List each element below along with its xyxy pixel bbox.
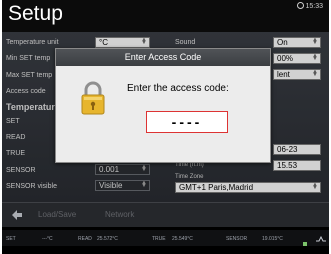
- clock: 15:33: [297, 2, 323, 10]
- status-true-value: 25.549°C: [172, 236, 193, 242]
- access-code-dialog: Enter Access Code Enter the access code:…: [55, 48, 271, 163]
- access-code-prompt: Enter the access code:: [127, 83, 229, 94]
- status-set-value: ---°C: [42, 236, 53, 242]
- status-true-label: TRUE: [152, 236, 166, 242]
- bottom-toolbar: Load/Save Network: [2, 202, 329, 227]
- status-bar: SET ---°C READ 25.572°C TRUE 25.549°C SE…: [2, 230, 329, 246]
- status-sensor-label: SENSOR: [226, 236, 248, 242]
- load-save-button[interactable]: Load/Save: [38, 207, 76, 223]
- dialog-body: Enter the access code: ----: [56, 66, 270, 162]
- status-sensor-value: 19.015°C: [262, 236, 283, 242]
- back-arrow-icon[interactable]: [10, 207, 24, 223]
- access-code-input[interactable]: ----: [146, 111, 228, 133]
- network-button[interactable]: Network: [105, 207, 134, 223]
- status-read-label: READ: [78, 236, 92, 242]
- status-set-label: SET: [6, 236, 16, 242]
- title-bar: Setup 15:33: [2, 0, 329, 32]
- device-screen: Setup 15:33 Temperature unit °C ▲ ▼ Min S…: [2, 0, 329, 254]
- signal-icon: [316, 235, 326, 244]
- status-read-value: 25.572°C: [97, 236, 118, 242]
- padlock-icon: [78, 80, 108, 116]
- clock-time: 15:33: [305, 3, 323, 10]
- dialog-title: Enter Access Code: [56, 49, 270, 66]
- page-title: Setup: [8, 2, 63, 25]
- clock-icon: [297, 2, 305, 9]
- status-ok-icon: [303, 242, 307, 246]
